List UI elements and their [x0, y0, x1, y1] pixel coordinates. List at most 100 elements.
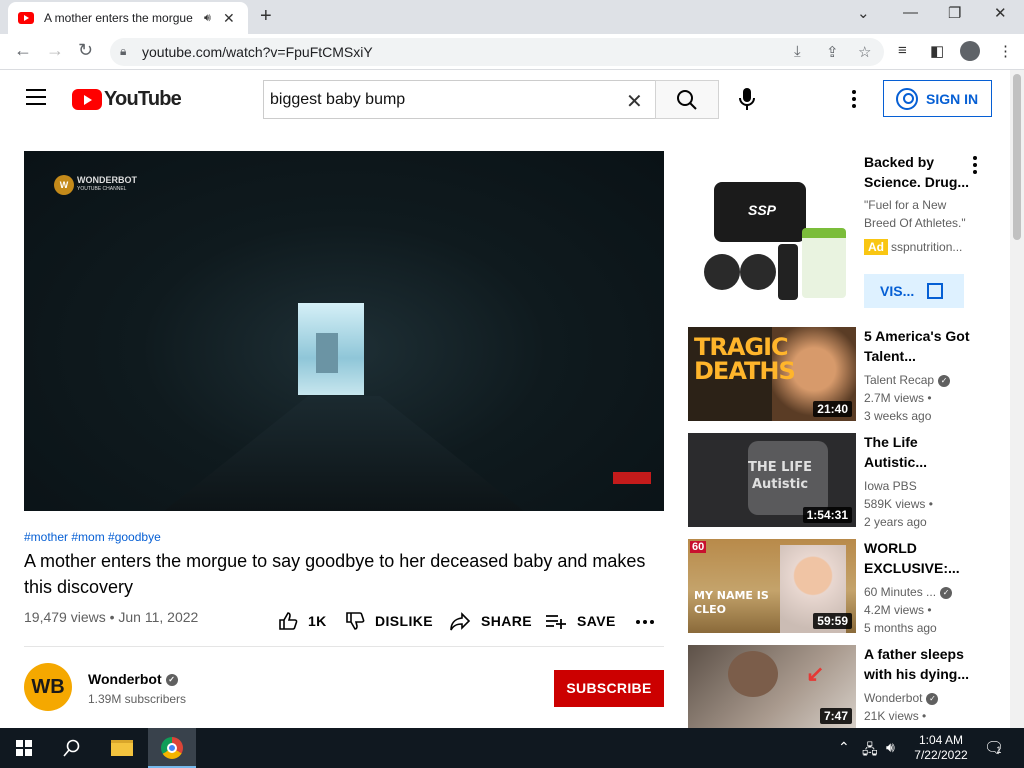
clear-search-icon[interactable]: ✕ — [626, 89, 643, 114]
related-channel[interactable]: Iowa PBS — [864, 477, 974, 495]
related-channel[interactable]: 60 Minutes ... — [864, 585, 936, 599]
browser-toolbar: ← → ↻ 🔒︎ youtube.com/watch?v=FpuFtCMSxiY… — [0, 34, 1024, 70]
info-divider — [24, 646, 664, 647]
subscriber-count: 1.39M subscribers — [88, 692, 187, 706]
channel-name-row[interactable]: Wonderbot ✓ — [88, 671, 178, 687]
share-button[interactable]: SHARE — [449, 611, 532, 631]
like-button[interactable]: 1K — [278, 611, 327, 631]
volume-icon[interactable]: 🔊︎ — [886, 739, 895, 756]
notification-center-icon[interactable]: 🗨︎1 — [984, 738, 1004, 758]
browser-tab[interactable]: A mother enters the morgue 🔊︎ ✕ — [8, 2, 248, 34]
thumbnail-text: THE LIFE Autistic — [730, 459, 830, 493]
side-panel-icon[interactable]: ◧ — [930, 42, 944, 60]
related-channel[interactable]: Wonderbot — [864, 691, 922, 705]
forward-arrow-icon[interactable]: → — [46, 40, 64, 61]
thumbnail-text: MY NAME IS CLEO — [694, 589, 769, 616]
video-hashtags[interactable]: #mother #mom #goodbye — [24, 530, 161, 544]
share-page-icon[interactable]: ⇪ — [826, 43, 839, 61]
related-thumbnail[interactable]: ↙ 7:47 — [688, 645, 856, 728]
back-arrow-icon[interactable]: ← — [14, 40, 32, 61]
address-bar[interactable]: 🔒︎ youtube.com/watch?v=FpuFtCMSxiY ⤓ ⇪ ☆ — [110, 38, 884, 66]
notification-count: 1 — [996, 745, 1002, 755]
related-meta: 60 Minutes ... ✓ 4.2M views • 5 months ag… — [864, 583, 974, 637]
related-title[interactable]: A father sleeps with his dying... — [864, 644, 974, 684]
restore-icon[interactable]: ❐ — [948, 4, 961, 22]
more-actions-icon[interactable] — [636, 620, 657, 624]
related-meta: Talent Recap ✓ 2.7M views • 3 weeks ago — [864, 371, 974, 425]
subscribe-button[interactable]: SUBSCRIBE — [554, 670, 664, 707]
media-control-icon[interactable]: ≡ — [898, 42, 907, 59]
chrome-icon — [161, 737, 183, 759]
page-scrollbar[interactable] — [1010, 70, 1024, 730]
lock-icon[interactable]: 🔒︎ — [120, 44, 126, 59]
video-duration: 21:40 — [813, 401, 852, 417]
gym-bag-image: SSP — [714, 182, 806, 242]
chrome-taskbar-button[interactable] — [148, 728, 196, 768]
save-button[interactable]: SAVE — [545, 611, 616, 631]
show-hidden-icons-chevron-icon[interactable]: ⌃ — [838, 739, 850, 756]
url-text[interactable]: youtube.com/watch?v=FpuFtCMSxiY — [142, 44, 373, 60]
ad-description: "Fuel for a New Breed Of Athletes." — [864, 198, 966, 230]
reload-icon[interactable]: ↻ — [78, 40, 93, 61]
scrollbar-thumb[interactable] — [1013, 74, 1021, 240]
microphone-icon[interactable] — [735, 86, 759, 112]
video-views-date: 19,479 views • Jun 11, 2022 — [24, 609, 199, 625]
related-title[interactable]: The Life Autistic... — [864, 432, 974, 472]
hamburger-menu-icon[interactable] — [26, 89, 46, 105]
youtube-wordmark: YouTube — [104, 88, 182, 110]
sign-in-button[interactable]: SIGN IN — [883, 80, 992, 117]
tab-close-icon[interactable]: ✕ — [223, 10, 235, 27]
install-app-icon[interactable]: ⤓ — [794, 43, 801, 60]
bookmark-star-icon[interactable]: ☆ — [858, 43, 871, 61]
window-close-icon[interactable]: ✕ — [994, 4, 1007, 22]
speaker-icon[interactable]: 🔊︎ — [204, 12, 211, 25]
watermark-badge-icon: W — [54, 175, 74, 195]
related-thumbnail[interactable]: THE LIFE Autistic 1:54:31 — [688, 433, 856, 527]
related-views: 2.7M views • — [864, 391, 932, 405]
ad-visit-button[interactable]: VIS... — [864, 274, 964, 308]
video-player[interactable]: W WONDERBOT YOUTUBE CHANNEL — [24, 151, 664, 511]
profile-avatar-icon[interactable] — [960, 41, 980, 61]
supplement-tub-image — [802, 228, 846, 298]
channel-name[interactable]: Wonderbot — [88, 671, 162, 687]
new-tab-icon[interactable]: + — [260, 5, 272, 28]
related-thumbnail[interactable]: TRAGIC DEATHS 21:40 — [688, 327, 856, 421]
channel-avatar[interactable]: WB — [24, 663, 72, 711]
related-thumbnail[interactable]: 60 MY NAME IS CLEO 59:59 — [688, 539, 856, 633]
related-title[interactable]: WORLD EXCLUSIVE:... — [864, 538, 974, 578]
user-circle-icon — [896, 87, 918, 110]
taskbar-search-button[interactable] — [48, 728, 96, 768]
search-box: ✕ — [263, 80, 656, 119]
minimize-icon[interactable]: — — [903, 4, 918, 21]
related-title[interactable]: 5 America's Got Talent... — [864, 326, 974, 366]
ad-title[interactable]: Backed by Science. Drug... — [864, 152, 972, 192]
related-meta: Wonderbot ✓ 21K views • — [864, 689, 974, 728]
windows-start-icon[interactable] — [16, 740, 32, 756]
ad-source: sspnutrition... — [891, 240, 963, 254]
dislike-button[interactable]: DISLIKE — [345, 611, 433, 631]
thumbnail-caption: THE LIFE Autistic — [747, 460, 813, 492]
ad-menu-icon[interactable] — [973, 156, 977, 177]
ad-thumbnail[interactable]: SSP — [688, 158, 856, 318]
video-title: A mother enters the morgue to say goodby… — [24, 551, 646, 597]
corridor-floor — [164, 396, 524, 511]
windows-taskbar: ⌃ 🖧︎ 🔊︎ 1:04 AM 7/22/2022 🗨︎1 — [0, 728, 1024, 768]
subscribe-watermark-icon[interactable] — [613, 472, 651, 484]
file-explorer-button[interactable] — [98, 728, 146, 768]
settings-kebab-icon[interactable] — [852, 90, 856, 111]
youtube-favicon-icon — [18, 12, 34, 24]
tab-search-chevron-icon[interactable]: ⌄ — [857, 4, 870, 22]
playlist-add-icon — [546, 615, 566, 629]
related-channel[interactable]: Talent Recap — [864, 373, 934, 387]
verified-check-icon: ✓ — [940, 586, 953, 599]
taskbar-clock[interactable]: 1:04 AM 7/22/2022 — [910, 733, 972, 763]
related-views: 21K views • — [864, 709, 927, 723]
network-icon[interactable]: 🖧︎ — [862, 739, 878, 763]
search-input[interactable] — [264, 81, 604, 118]
search-icon — [63, 739, 80, 757]
related-meta: Iowa PBS 589K views • 2 years ago — [864, 477, 974, 531]
search-button[interactable] — [655, 80, 719, 119]
youtube-logo[interactable]: YouTube — [72, 88, 182, 111]
youtube-header: YouTube ✕ SIGN IN — [0, 70, 1010, 128]
browser-menu-icon[interactable]: ⋮ — [998, 42, 1013, 60]
